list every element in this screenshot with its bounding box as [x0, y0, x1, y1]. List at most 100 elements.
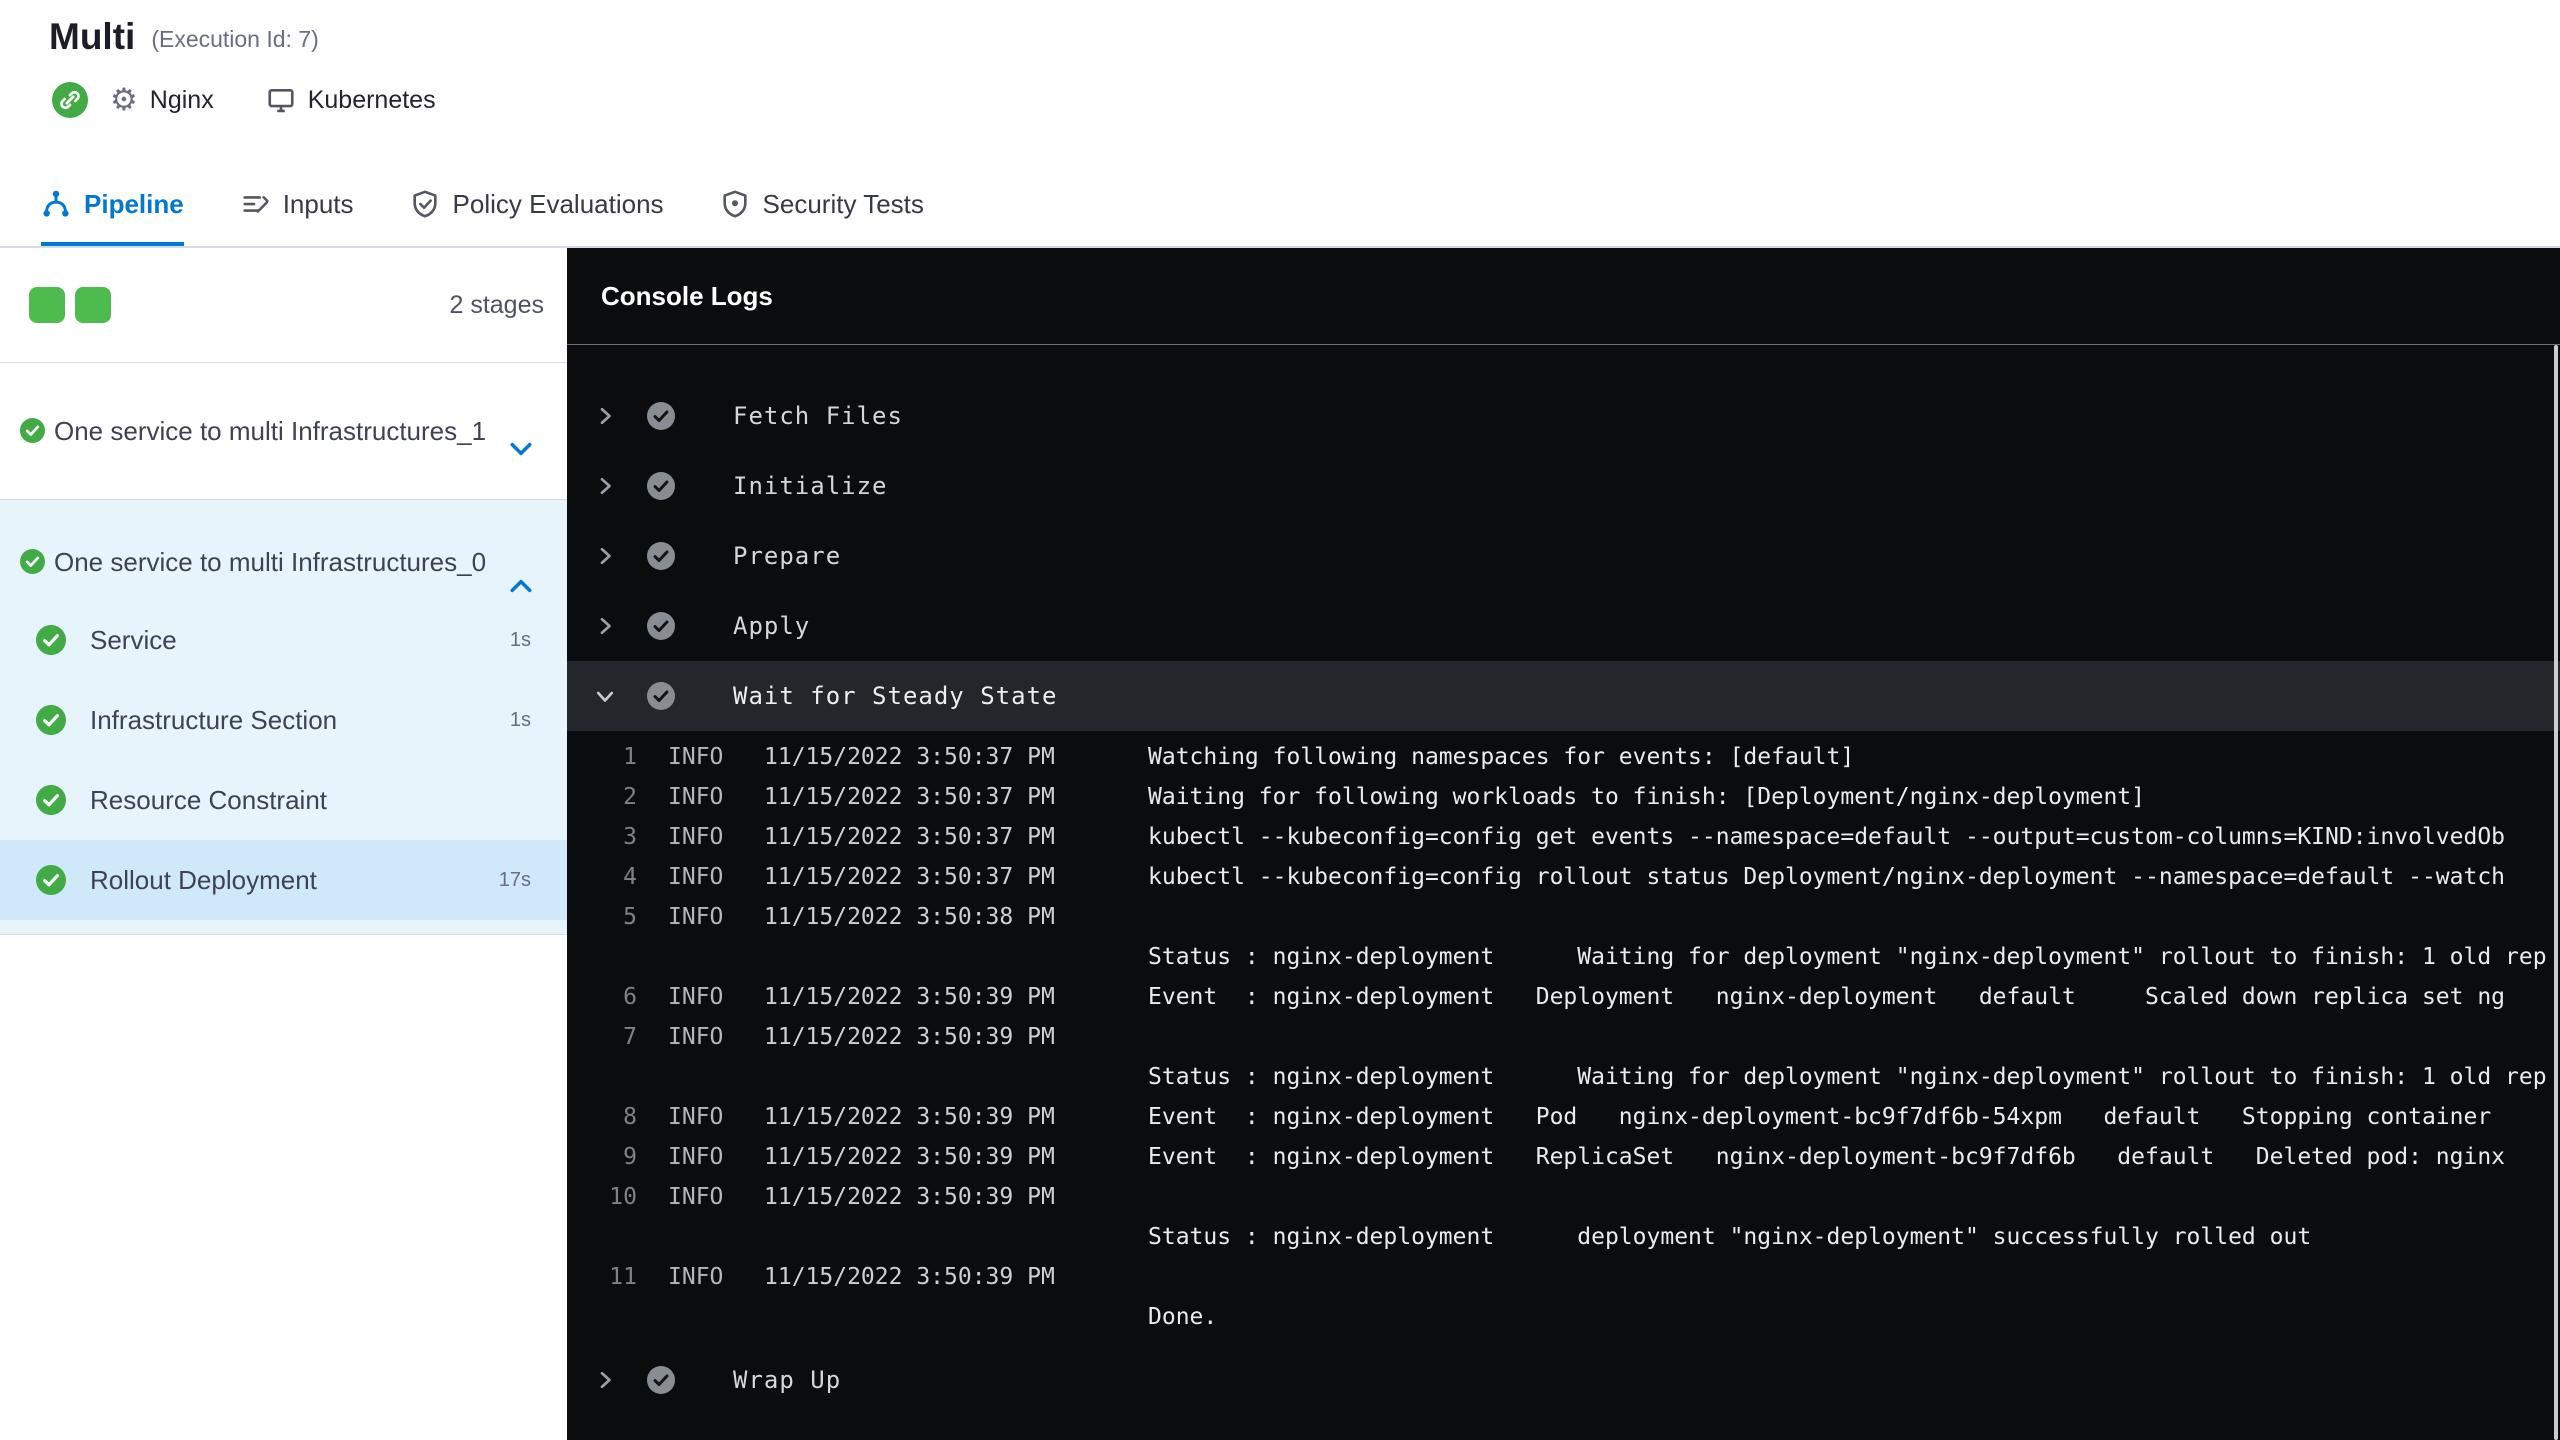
console-log-lines: 1 INFO 11/15/2022 3:50:37 PM Watching follo…	[567, 731, 2560, 1345]
tab-label: Inputs	[282, 188, 354, 219]
console-step[interactable]: Apply	[567, 591, 2560, 661]
log-level: INFO	[668, 904, 724, 930]
chevron-down-icon[interactable]	[593, 684, 617, 708]
success-check-icon	[36, 785, 66, 815]
log-line: 9 INFO 11/15/2022 3:50:39 PM Event : nginx-…	[567, 1137, 2560, 1177]
log-message: Waiting for following workloads to finis…	[1148, 784, 2145, 810]
success-check-icon	[20, 549, 45, 574]
log-timestamp: 11/15/2022 3:50:38 PM	[764, 904, 1055, 930]
log-level: INFO	[668, 1144, 724, 1170]
log-line-number: 10	[609, 1184, 637, 1210]
console-step-label: Wrap Up	[733, 1366, 842, 1394]
stage-steps-list: Service 1s Infrastructure Section 1s Resourc…	[0, 600, 567, 920]
log-line: 3 INFO 11/15/2022 3:50:37 PM kubectl --kube…	[567, 817, 2560, 857]
stage-label: One service to multi Infrastructures_1	[54, 416, 487, 446]
step-success-icon	[647, 542, 675, 570]
log-line-number: 5	[623, 904, 637, 930]
log-message: Done.	[1148, 1304, 1218, 1330]
console-step[interactable]: Initialize	[567, 451, 2560, 521]
console-step-label: Wait for Steady State	[733, 682, 1058, 710]
sidebar-step[interactable]: Infrastructure Section 1s	[0, 680, 567, 760]
chevron-right-icon[interactable]	[593, 404, 617, 428]
log-line: Status : nginx-deployment Waiting for de…	[567, 1057, 2560, 1097]
log-line: 7 INFO 11/15/2022 3:50:39 PM	[567, 1017, 2560, 1057]
console-scrollbar[interactable]	[2554, 345, 2558, 1440]
chevron-right-icon[interactable]	[593, 1368, 617, 1392]
log-level: INFO	[668, 824, 724, 850]
log-level: INFO	[668, 744, 724, 770]
step-success-icon	[647, 682, 675, 710]
console-panel: Console Logs Fetch Files Initialize Prepar…	[567, 248, 2560, 1440]
chevron-down-icon[interactable]	[507, 435, 535, 463]
log-line: 1 INFO 11/15/2022 3:50:37 PM Watching follo…	[567, 737, 2560, 777]
chevron-right-icon[interactable]	[593, 474, 617, 498]
log-timestamp: 11/15/2022 3:50:39 PM	[764, 1024, 1055, 1050]
log-timestamp: 11/15/2022 3:50:37 PM	[764, 744, 1055, 770]
log-message: Watching following namespaces for events…	[1148, 744, 1855, 770]
inputs-icon	[240, 189, 270, 219]
sidebar-step[interactable]: Rollout Deployment 17s	[0, 840, 567, 920]
tab-label: Security Tests	[762, 188, 924, 219]
sidebar-step-label: Resource Constraint	[90, 784, 327, 815]
console-step[interactable]: Wrap Up	[567, 1345, 2560, 1415]
log-line-number: 7	[623, 1024, 637, 1050]
success-check-icon	[36, 865, 66, 895]
stage-card-infrastructures-1[interactable]: One service to multi Infrastructures_1	[0, 363, 567, 500]
execution-id: (Execution Id: 7)	[151, 26, 319, 52]
main-content: 2 stages One service to multi Infrastruc…	[0, 248, 2560, 1440]
console-step-label: Fetch Files	[733, 402, 903, 430]
step-success-icon	[647, 402, 675, 430]
log-message: Event : nginx-deployment Deployment ngin…	[1148, 984, 2506, 1010]
log-line: Status : nginx-deployment Waiting for de…	[567, 937, 2560, 977]
log-timestamp: 11/15/2022 3:50:39 PM	[764, 1144, 1055, 1170]
pipeline-sidebar: 2 stages One service to multi Infrastruc…	[0, 248, 567, 1440]
chevron-right-icon[interactable]	[593, 544, 617, 568]
log-message: Event : nginx-deployment ReplicaSet ngin…	[1148, 1144, 2506, 1170]
log-level: INFO	[668, 1264, 724, 1290]
service-name: Nginx	[149, 85, 214, 114]
log-line: 10 INFO 11/15/2022 3:50:39 PM	[567, 1177, 2560, 1217]
app-header: Multi (Execution Id: 7) ⚙ Nginx Kubernet…	[0, 0, 2560, 120]
log-level: INFO	[668, 784, 724, 810]
shield-dot-icon	[720, 189, 750, 219]
log-message: Status : nginx-deployment deployment "ng…	[1148, 1224, 2312, 1250]
sidebar-step[interactable]: Service 1s	[0, 600, 567, 680]
tab-label: Policy Evaluations	[452, 188, 664, 219]
log-line-number: 9	[623, 1144, 637, 1170]
infrastructure-name: Kubernetes	[307, 85, 436, 114]
chevron-up-icon[interactable]	[507, 572, 535, 600]
log-line-number: 11	[609, 1264, 637, 1290]
log-message: Status : nginx-deployment Waiting for de…	[1148, 944, 2547, 970]
log-line-number: 3	[623, 824, 637, 850]
log-line-number: 4	[623, 864, 637, 890]
stage-count: 2 stages	[449, 290, 544, 319]
log-level: INFO	[668, 1104, 724, 1130]
console-step[interactable]: Prepare	[567, 521, 2560, 591]
success-check-icon	[20, 418, 45, 443]
stage-status-square[interactable]	[29, 287, 65, 323]
log-timestamp: 11/15/2022 3:50:39 PM	[764, 1264, 1055, 1290]
tab-pipeline[interactable]: Pipeline	[41, 162, 184, 246]
console-step-label: Initialize	[733, 472, 888, 500]
sidebar-step-label: Infrastructure Section	[90, 704, 338, 735]
console-step-expanded[interactable]: Wait for Steady State	[567, 661, 2560, 731]
sidebar-step-duration: 1s	[509, 628, 531, 651]
sidebar-step-label: Service	[90, 624, 177, 655]
sidebar-step[interactable]: Resource Constraint	[0, 760, 567, 840]
tab-inputs[interactable]: Inputs	[240, 162, 354, 246]
chevron-right-icon[interactable]	[593, 614, 617, 638]
log-message: Status : nginx-deployment Waiting for de…	[1148, 1064, 2547, 1090]
stage-status-square[interactable]	[75, 287, 111, 323]
stage-title: One service to multi Infrastructures_0	[20, 544, 497, 580]
log-timestamp: 11/15/2022 3:50:39 PM	[764, 984, 1055, 1010]
log-line-number: 6	[623, 984, 637, 1010]
tab-security-tests[interactable]: Security Tests	[720, 162, 924, 246]
console-step-label: Prepare	[733, 542, 842, 570]
tab-policy-evaluations[interactable]: Policy Evaluations	[410, 162, 664, 246]
gear-icon: ⚙	[110, 82, 138, 117]
log-message: kubectl --kubeconfig=config get events -…	[1148, 824, 2506, 850]
stage-header[interactable]: One service to multi Infrastructures_0	[0, 500, 567, 600]
log-line: 6 INFO 11/15/2022 3:50:39 PM Event : nginx-…	[567, 977, 2560, 1017]
console-step[interactable]: Fetch Files	[567, 381, 2560, 451]
title-row: Multi (Execution Id: 7)	[0, 0, 2560, 60]
